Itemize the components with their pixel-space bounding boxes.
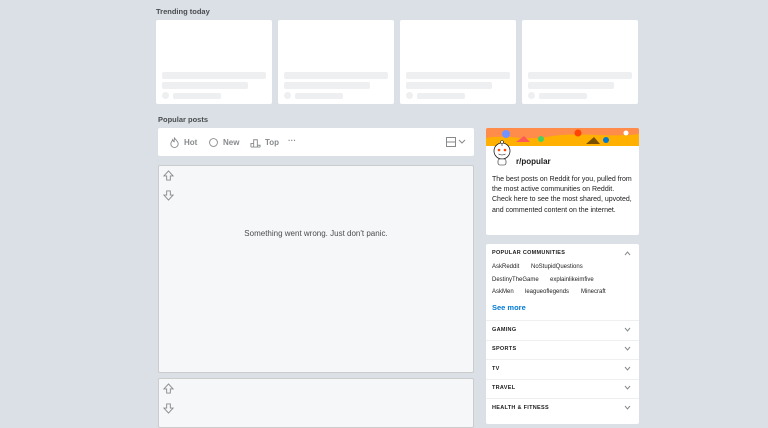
skeleton-avatar bbox=[528, 92, 535, 99]
skeleton-avatar bbox=[406, 92, 413, 99]
vote-column bbox=[159, 166, 179, 372]
category-travel[interactable]: TRAVEL bbox=[492, 385, 515, 391]
snoo-avatar bbox=[493, 140, 511, 166]
more-options-button[interactable]: ··· bbox=[288, 134, 296, 146]
divider bbox=[486, 359, 639, 360]
burst-icon bbox=[209, 137, 218, 147]
community-link[interactable]: explainlikeimfive bbox=[550, 277, 594, 283]
card-view-icon bbox=[446, 137, 456, 147]
community-link[interactable]: NoStupidQuestions bbox=[531, 264, 583, 270]
trending-card[interactable] bbox=[522, 20, 638, 104]
skeleton-line bbox=[162, 82, 248, 89]
trending-card[interactable] bbox=[400, 20, 516, 104]
community-link[interactable]: leagueoflegends bbox=[525, 289, 569, 295]
subreddit-info-card: r/popular The best posts on Reddit for y… bbox=[486, 128, 639, 235]
chevron-up-icon[interactable] bbox=[624, 251, 631, 256]
upvote-icon[interactable] bbox=[163, 383, 174, 394]
trending-card[interactable] bbox=[156, 20, 272, 104]
divider bbox=[486, 340, 639, 341]
category-tv[interactable]: TV bbox=[492, 366, 500, 372]
community-link[interactable]: AskMen bbox=[492, 289, 514, 295]
popular-communities-card: POPULAR COMMUNITIES AskReddit NoStupidQu… bbox=[486, 244, 639, 424]
sort-new-button[interactable]: New bbox=[208, 136, 239, 148]
downvote-icon[interactable] bbox=[163, 190, 174, 201]
skeleton-line bbox=[295, 93, 343, 99]
flame-icon bbox=[170, 136, 179, 148]
skeleton-line bbox=[284, 82, 370, 89]
skeleton-line bbox=[162, 72, 266, 79]
sort-new-label: New bbox=[223, 137, 240, 147]
chevron-down-icon[interactable] bbox=[624, 385, 631, 390]
vote-column bbox=[159, 379, 179, 427]
sort-bar: Hot New Top ··· bbox=[158, 128, 474, 156]
downvote-icon[interactable] bbox=[163, 403, 174, 414]
popular-communities-header[interactable]: POPULAR COMMUNITIES bbox=[492, 250, 565, 256]
trending-card[interactable] bbox=[278, 20, 394, 104]
sort-top-button[interactable]: Top bbox=[250, 136, 279, 148]
divider bbox=[486, 320, 639, 321]
upvote-icon[interactable] bbox=[163, 170, 174, 181]
post-card[interactable] bbox=[158, 378, 474, 428]
trending-title: Trending today bbox=[156, 7, 210, 16]
popular-title: Popular posts bbox=[158, 115, 209, 124]
subreddit-description: The best posts on Reddit for you, pulled… bbox=[492, 176, 632, 214]
skeleton-line bbox=[284, 72, 388, 79]
skeleton-line bbox=[528, 72, 632, 79]
subreddit-name[interactable]: r/popular bbox=[516, 157, 551, 166]
divider bbox=[486, 398, 639, 399]
post-card[interactable]: Something went wrong. Just don't panic. bbox=[158, 165, 474, 373]
divider bbox=[486, 379, 639, 380]
skeleton-line bbox=[528, 82, 614, 89]
sort-top-label: Top bbox=[265, 137, 280, 147]
more-options-label: ··· bbox=[288, 135, 296, 145]
category-gaming[interactable]: GAMING bbox=[492, 327, 516, 333]
chevron-down-icon[interactable] bbox=[624, 366, 631, 371]
chevron-down-icon bbox=[458, 139, 466, 144]
skeleton-avatar bbox=[284, 92, 291, 99]
chevron-down-icon[interactable] bbox=[624, 327, 631, 332]
see-more-link[interactable]: See more bbox=[492, 303, 526, 312]
chevron-down-icon[interactable] bbox=[624, 405, 631, 410]
category-sports[interactable]: SPORTS bbox=[492, 346, 516, 352]
chevron-down-icon[interactable] bbox=[624, 346, 631, 351]
skeleton-line bbox=[406, 72, 510, 79]
sort-hot-label: Hot bbox=[184, 137, 198, 147]
category-health-fitness[interactable]: HEALTH & FITNESS bbox=[492, 405, 549, 411]
community-link[interactable]: DestinyTheGame bbox=[492, 277, 539, 283]
skeleton-line bbox=[173, 93, 221, 99]
community-link[interactable]: AskReddit bbox=[492, 264, 519, 270]
community-link[interactable]: Minecraft bbox=[581, 289, 606, 295]
skeleton-avatar bbox=[162, 92, 169, 99]
sort-hot-button[interactable]: Hot bbox=[169, 136, 197, 148]
skeleton-line bbox=[406, 82, 492, 89]
skeleton-line bbox=[417, 93, 465, 99]
bar-chart-icon bbox=[250, 138, 261, 148]
layout-view-button[interactable] bbox=[446, 137, 466, 147]
skeleton-line bbox=[539, 93, 587, 99]
error-message: Something went wrong. Just don't panic. bbox=[244, 229, 388, 238]
